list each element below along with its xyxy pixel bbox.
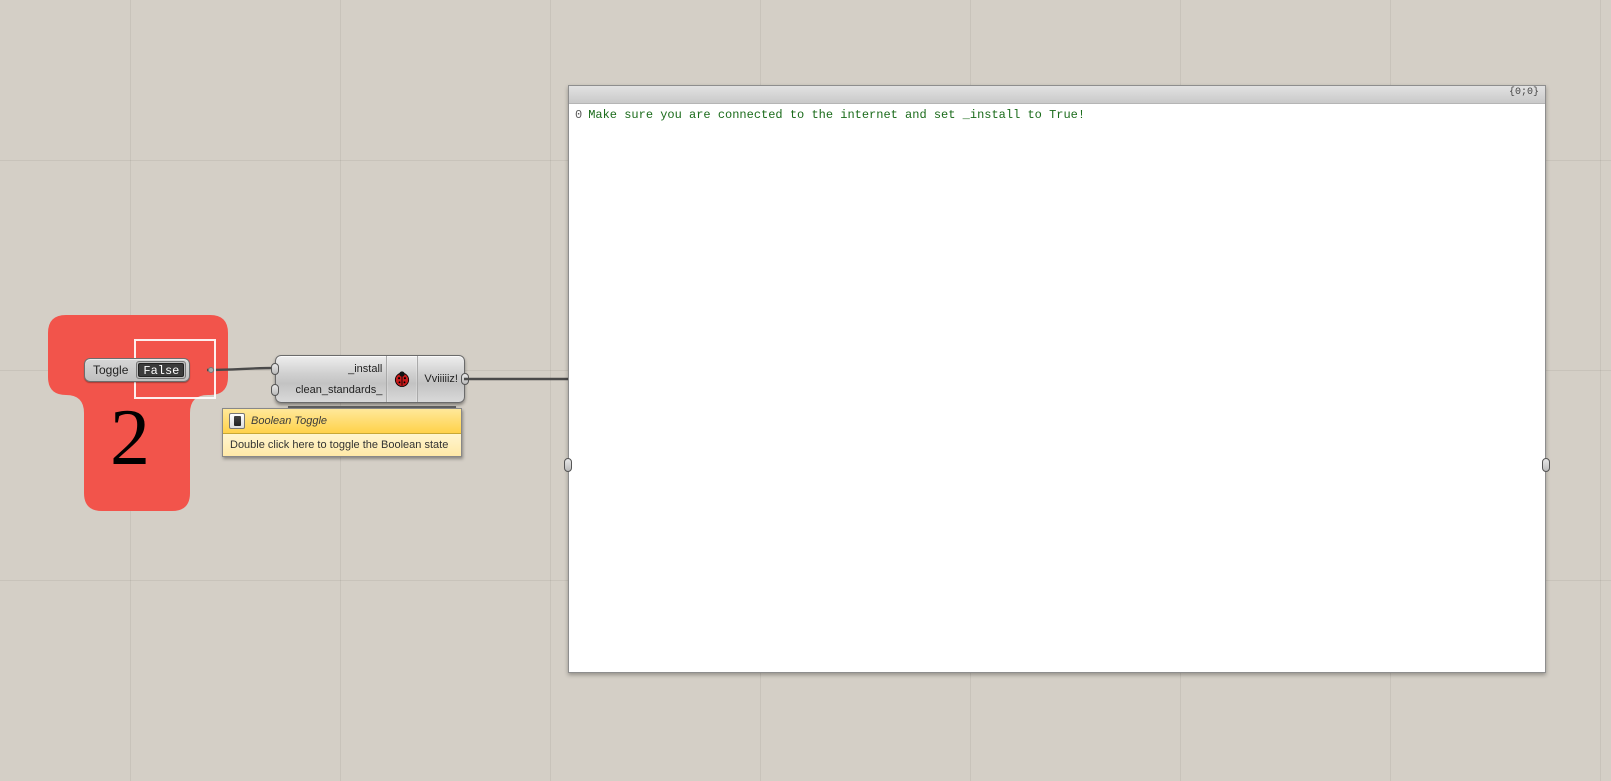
tooltip-header: Boolean Toggle [223, 409, 461, 434]
group-shape [48, 315, 228, 511]
component-input-port-2[interactable] [271, 384, 279, 396]
component-outputs: Vviiiiiz! [417, 356, 464, 402]
output-panel[interactable]: {0;0} 0 Make sure you are connected to th… [568, 85, 1546, 673]
panel-line-text: Make sure you are connected to the inter… [588, 108, 1085, 122]
panel-data-path: {0;0} [1509, 87, 1539, 98]
boolean-toggle[interactable]: Toggle False [84, 358, 190, 382]
toggle-value-wrap[interactable]: False [136, 361, 186, 379]
component-input-label-1: _install [280, 363, 382, 375]
component-inputs: _install clean_standards_ [276, 356, 387, 402]
ladybug-component[interactable]: _install clean_standards_ Vviiiiiz! [275, 355, 465, 403]
panel-body: 0 Make sure you are connected to the inte… [569, 104, 1545, 126]
tooltip-body: Double click here to toggle the Boolean … [223, 434, 461, 456]
panel-titlebar[interactable]: {0;0} [569, 86, 1545, 104]
panel-input-port[interactable] [564, 458, 572, 472]
component-output-port[interactable] [461, 373, 469, 385]
toggle-output-grip[interactable] [208, 367, 214, 373]
component-output-label: Vviiiiiz! [424, 373, 458, 385]
component-input-port-1[interactable] [271, 363, 279, 375]
panel-output-port[interactable] [1542, 458, 1550, 472]
component-input-label-2: clean_standards_ [280, 384, 382, 396]
toggle-value: False [138, 363, 184, 377]
toggle-icon [229, 413, 245, 429]
tooltip-title: Boolean Toggle [251, 415, 327, 427]
ladybug-icon [392, 369, 412, 389]
component-icon-slot [387, 356, 417, 402]
toggle-label: Toggle [85, 359, 136, 381]
tooltip: Boolean Toggle Double click here to togg… [222, 408, 462, 457]
wire-component-to-panel [462, 370, 577, 390]
group-step-number: 2 [110, 393, 150, 484]
canvas[interactable]: 2 Toggle False _install clean_standards_ [0, 0, 1611, 781]
panel-line-index: 0 [575, 108, 582, 122]
